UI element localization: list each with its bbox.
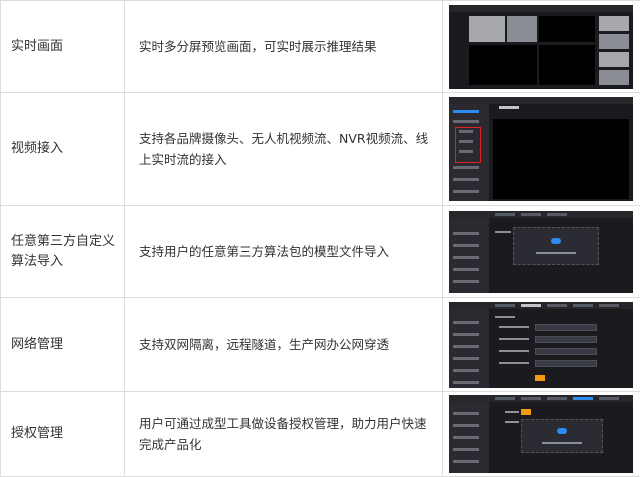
screenshot-sidebar	[449, 309, 489, 388]
table-row: 任意第三方自定义算法导入 支持用户的任意第三方算法包的模型文件导入	[1, 206, 640, 298]
screenshot-topbar	[449, 395, 633, 402]
network-field[interactable]	[535, 336, 597, 343]
feature-description: 实时多分屏预览画面，可实时展示推理结果	[125, 1, 443, 93]
screenshot-tab	[499, 106, 519, 109]
screenshot-topbar	[449, 97, 633, 104]
feature-description: 支持用户的任意第三方算法包的模型文件导入	[125, 206, 443, 298]
upload-cloud-icon	[557, 428, 567, 434]
camera-feed	[469, 16, 505, 42]
screenshot-topbar	[449, 211, 633, 218]
camera-thumbnail	[599, 70, 629, 85]
feature-name: 授权管理	[1, 392, 125, 477]
feature-name: 实时画面	[1, 1, 125, 93]
screenshot-sidebar	[449, 218, 489, 293]
feature-screenshot-cell	[443, 298, 640, 392]
table-row: 实时画面 实时多分屏预览画面，可实时展示推理结果	[1, 1, 640, 93]
network-field[interactable]	[535, 348, 597, 355]
feature-screenshot-cell	[443, 93, 640, 206]
feature-description: 用户可通过成型工具做设备授权管理，助力用户快速完成产品化	[125, 392, 443, 477]
video-tile	[539, 45, 595, 85]
screenshot-sidebar	[449, 402, 489, 473]
camera-feed	[507, 16, 537, 42]
upload-dropzone[interactable]	[513, 227, 599, 265]
network-field[interactable]	[535, 360, 597, 367]
upload-cloud-icon	[551, 238, 561, 244]
camera-thumbnail	[599, 16, 629, 31]
camera-thumbnail	[599, 34, 629, 49]
save-button[interactable]	[535, 375, 545, 381]
video-tile	[469, 45, 537, 85]
feature-screenshot-cell	[443, 392, 640, 477]
feature-screenshot-cell	[443, 206, 640, 298]
video-access-screenshot	[449, 97, 633, 201]
feature-name: 视频接入	[1, 93, 125, 206]
table-row: 授权管理 用户可通过成型工具做设备授权管理，助力用户快速完成产品化	[1, 392, 640, 477]
feature-screenshot-cell	[443, 1, 640, 93]
video-tile	[539, 16, 595, 42]
network-management-screenshot	[449, 302, 633, 388]
feature-description: 支持双网隔离，远程隧道，生产网办公网穿透	[125, 298, 443, 392]
license-management-screenshot	[449, 395, 633, 473]
camera-thumbnail	[599, 52, 629, 67]
multi-screen-preview-screenshot	[449, 5, 633, 89]
feature-table: 实时画面 实时多分屏预览画面，可实时展示推理结果 视频接入 支持各品牌摄像头、无…	[0, 0, 640, 477]
feature-description: 支持各品牌摄像头、无人机视频流、NVR视频流、线上实时流的接入	[125, 93, 443, 206]
table-row: 视频接入 支持各品牌摄像头、无人机视频流、NVR视频流、线上实时流的接入	[1, 93, 640, 206]
table-row: 网络管理 支持双网隔离，远程隧道，生产网办公网穿透	[1, 298, 640, 392]
screenshot-topbar	[449, 302, 633, 309]
network-field[interactable]	[535, 324, 597, 331]
upload-dropzone[interactable]	[521, 419, 603, 453]
screenshot-topbar	[449, 5, 633, 12]
highlight-box	[455, 127, 481, 163]
license-button[interactable]	[521, 409, 531, 415]
algorithm-import-screenshot	[449, 211, 633, 293]
feature-name: 网络管理	[1, 298, 125, 392]
feature-name: 任意第三方自定义算法导入	[1, 206, 125, 298]
video-area	[493, 119, 629, 199]
